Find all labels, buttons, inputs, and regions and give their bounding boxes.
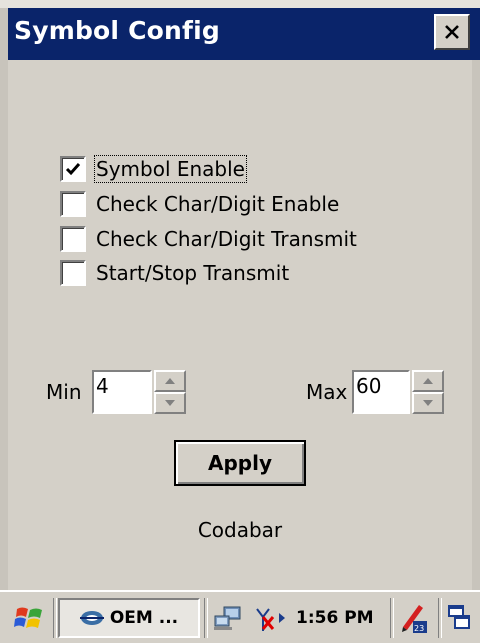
svg-text:23: 23 (414, 624, 424, 633)
arrow-down-icon (165, 400, 175, 406)
taskbar: OEM ... 1:56 PM 23 (0, 590, 480, 643)
max-label: Max (306, 380, 348, 404)
max-stepper[interactable] (412, 370, 444, 414)
network-tray-button[interactable] (210, 598, 246, 638)
arrow-down-icon (423, 400, 433, 406)
desktop-tray-button[interactable] (444, 598, 474, 638)
min-up-button[interactable] (154, 370, 186, 392)
checkbox-label: Symbol Enable (94, 155, 247, 183)
input-panel-icon: 23 (402, 605, 427, 633)
network-icon (214, 606, 241, 630)
apply-button[interactable]: Apply (174, 440, 306, 486)
checkbox-symbol-enable[interactable]: Symbol Enable (60, 155, 247, 183)
max-down-button[interactable] (412, 392, 444, 414)
arrow-up-icon (423, 378, 433, 384)
max-input[interactable]: 60 (352, 370, 410, 414)
window-title: Symbol Config (14, 16, 220, 45)
taskbar-button-label: OEM ... (109, 608, 179, 628)
checkbox-box[interactable] (60, 191, 86, 217)
checkbox-check-char-enable[interactable]: Check Char/Digit Enable (60, 191, 339, 217)
checkmark-icon (65, 163, 81, 176)
start-icon (14, 607, 42, 628)
task-app-icon (79, 611, 104, 625)
checkbox-start-stop-transmit[interactable]: Start/Stop Transmit (60, 260, 289, 286)
min-label: Min (46, 380, 82, 404)
start-button[interactable] (10, 598, 50, 638)
symbology-name: Codabar (197, 518, 283, 542)
input-panel-button[interactable]: 23 (396, 598, 432, 638)
signal-tray-button[interactable] (248, 598, 292, 638)
title-bar: Symbol Config (0, 0, 480, 60)
checkbox-check-char-transmit[interactable]: Check Char/Digit Transmit (60, 226, 357, 252)
close-icon (445, 25, 459, 39)
max-up-button[interactable] (412, 370, 444, 392)
checkbox-label: Check Char/Digit Enable (96, 192, 340, 216)
checkbox-label: Check Char/Digit Transmit (96, 227, 357, 251)
checkbox-box[interactable] (60, 260, 86, 286)
arrow-up-icon (165, 378, 175, 384)
min-stepper[interactable] (154, 370, 186, 414)
desktop-icon (448, 605, 470, 629)
checkbox-label: Start/Stop Transmit (96, 261, 290, 285)
taskbar-button-oem[interactable]: OEM ... (58, 598, 200, 638)
clock[interactable]: 1:56 PM (296, 600, 374, 636)
close-button[interactable] (434, 14, 470, 50)
screen: Symbol Config Symbol Enable Check Char/D… (0, 0, 480, 643)
signal-icon (256, 608, 285, 631)
checkbox-box[interactable] (60, 156, 86, 182)
checkbox-box[interactable] (60, 226, 86, 252)
min-input[interactable]: 4 (92, 370, 152, 414)
min-down-button[interactable] (154, 392, 186, 414)
